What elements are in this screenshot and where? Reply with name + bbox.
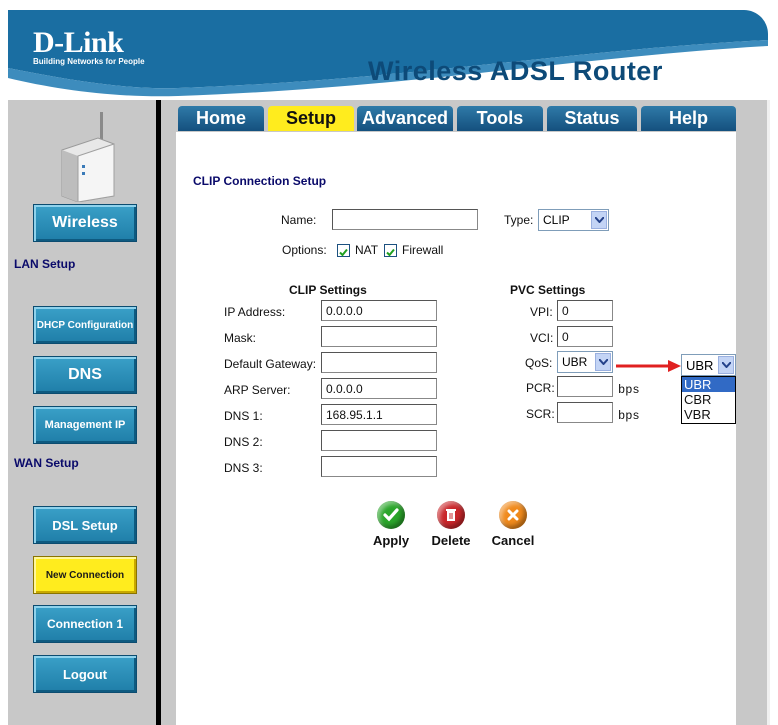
- check-icon: [377, 501, 405, 529]
- checkmark-icon: [386, 248, 395, 257]
- name-input[interactable]: [332, 209, 478, 230]
- sidebar-dns-label: DNS: [68, 366, 102, 383]
- checkmark-icon: [339, 248, 348, 257]
- default-gateway-input[interactable]: [321, 352, 437, 373]
- type-select-value: CLIP: [543, 213, 570, 227]
- ip-address-input[interactable]: [321, 300, 437, 321]
- type-select[interactable]: CLIP: [538, 209, 609, 231]
- qos-label: QoS:: [525, 356, 553, 370]
- qos-dropdown-selected: UBR: [686, 357, 714, 373]
- vpi-label: VPI:: [530, 305, 553, 319]
- tab-home[interactable]: Home: [178, 106, 264, 131]
- cancel-button[interactable]: Cancel: [486, 501, 540, 548]
- qos-option-vbr[interactable]: VBR: [682, 407, 735, 422]
- arrow-right-icon: [616, 360, 681, 372]
- scr-input[interactable]: [557, 402, 613, 423]
- tab-advanced-label: Advanced: [361, 108, 449, 128]
- header-banner: D-Link Building Networks for People Wire…: [8, 10, 768, 100]
- tab-setup-label: Setup: [285, 108, 336, 128]
- clip-settings-heading: CLIP Settings: [289, 283, 367, 297]
- sidebar-new-connection-label: New Connection: [45, 569, 125, 581]
- dns3-input[interactable]: [321, 456, 437, 477]
- sidebar-mgmt-ip-label: Management IP: [44, 419, 126, 431]
- tab-status[interactable]: Status: [547, 106, 637, 131]
- page-title: CLIP Connection Setup: [193, 174, 327, 188]
- qos-select-value: UBR: [562, 355, 588, 369]
- tab-help[interactable]: Help: [641, 106, 736, 131]
- tab-setup[interactable]: Setup: [268, 106, 354, 131]
- firewall-checkbox[interactable]: [384, 244, 397, 257]
- qos-option-ubr[interactable]: UBR: [682, 377, 735, 392]
- tab-tools-label: Tools: [476, 108, 524, 128]
- sidebar-dhcp-label: DHCP Configuration: [36, 319, 134, 331]
- right-edge: [767, 100, 770, 725]
- vci-label: VCI:: [530, 331, 554, 345]
- chevron-down-icon: [718, 356, 734, 374]
- qos-option-cbr[interactable]: CBR: [682, 392, 735, 407]
- default-gateway-label: Default Gateway:: [224, 357, 317, 371]
- pcr-label: PCR:: [526, 381, 555, 395]
- qos-dropdown-list: UBR CBR VBR: [681, 376, 736, 424]
- tab-status-label: Status: [564, 108, 620, 128]
- chevron-down-icon: [591, 211, 607, 229]
- sidebar-wireless-label: Wireless: [52, 214, 118, 231]
- options-label: Options:: [282, 243, 327, 257]
- chevron-down-icon: [595, 353, 611, 371]
- pvc-settings-heading: PVC Settings: [510, 283, 586, 297]
- firewall-label: Firewall: [402, 243, 444, 257]
- sidebar-dns-button[interactable]: DNS: [33, 356, 137, 394]
- product-title: Wireless ADSL Router: [368, 56, 663, 86]
- wan-setup-heading: WAN Setup: [14, 456, 79, 470]
- ip-address-label: IP Address:: [224, 305, 286, 319]
- dns1-input[interactable]: [321, 404, 437, 425]
- dns2-label: DNS 2:: [224, 435, 263, 449]
- arp-server-label: ARP Server:: [224, 383, 291, 397]
- arp-server-input[interactable]: [321, 378, 437, 399]
- nat-label: NAT: [355, 243, 379, 257]
- nat-checkbox[interactable]: [337, 244, 350, 257]
- apply-label: Apply: [372, 533, 410, 548]
- vpi-input[interactable]: [557, 300, 613, 321]
- sidebar-connection1-button[interactable]: Connection 1: [33, 605, 137, 643]
- pcr-input[interactable]: [557, 376, 613, 397]
- close-icon: [499, 501, 527, 529]
- trash-icon: [437, 501, 465, 529]
- cancel-label: Cancel: [491, 533, 535, 548]
- delete-label: Delete: [431, 533, 471, 548]
- sidebar-logout-button[interactable]: Logout: [33, 655, 137, 693]
- dns1-label: DNS 1:: [224, 409, 263, 423]
- vci-input[interactable]: [557, 326, 613, 347]
- delete-button[interactable]: Delete: [426, 501, 476, 548]
- tab-tools[interactable]: Tools: [457, 106, 543, 131]
- lan-setup-heading: LAN Setup: [14, 257, 76, 271]
- sidebar-logout-label: Logout: [62, 666, 108, 682]
- dlink-logo: D-Link: [33, 26, 124, 59]
- scr-unit: bps: [618, 409, 640, 423]
- scr-label: SCR:: [526, 407, 555, 421]
- sidebar-new-connection-button[interactable]: New Connection: [33, 556, 137, 594]
- logo-tagline: Building Networks for People: [33, 57, 145, 66]
- sidebar-dsl-setup-button[interactable]: DSL Setup: [33, 506, 137, 544]
- dns3-label: DNS 3:: [224, 461, 263, 475]
- mask-input[interactable]: [321, 326, 437, 347]
- tab-home-label: Home: [195, 108, 246, 128]
- tab-advanced[interactable]: Advanced: [357, 106, 453, 131]
- qos-select[interactable]: UBR: [557, 351, 613, 373]
- sidebar-connection1-label: Connection 1: [46, 617, 123, 631]
- qos-dropdown-callout[interactable]: UBR: [681, 354, 736, 376]
- sidebar-dhcp-button[interactable]: DHCP Configuration: [33, 306, 137, 344]
- sidebar-management-ip-button[interactable]: Management IP: [33, 406, 137, 444]
- sidebar-dsl-label: DSL Setup: [52, 517, 118, 533]
- dns2-input[interactable]: [321, 430, 437, 451]
- apply-button[interactable]: Apply: [366, 501, 416, 548]
- mask-label: Mask:: [224, 331, 257, 345]
- type-label: Type:: [504, 213, 534, 227]
- tab-help-label: Help: [668, 108, 708, 128]
- name-label: Name:: [281, 213, 317, 227]
- sidebar-wireless-button[interactable]: Wireless: [33, 204, 137, 242]
- router-image-icon: [61, 112, 115, 202]
- pcr-unit: bps: [618, 383, 640, 397]
